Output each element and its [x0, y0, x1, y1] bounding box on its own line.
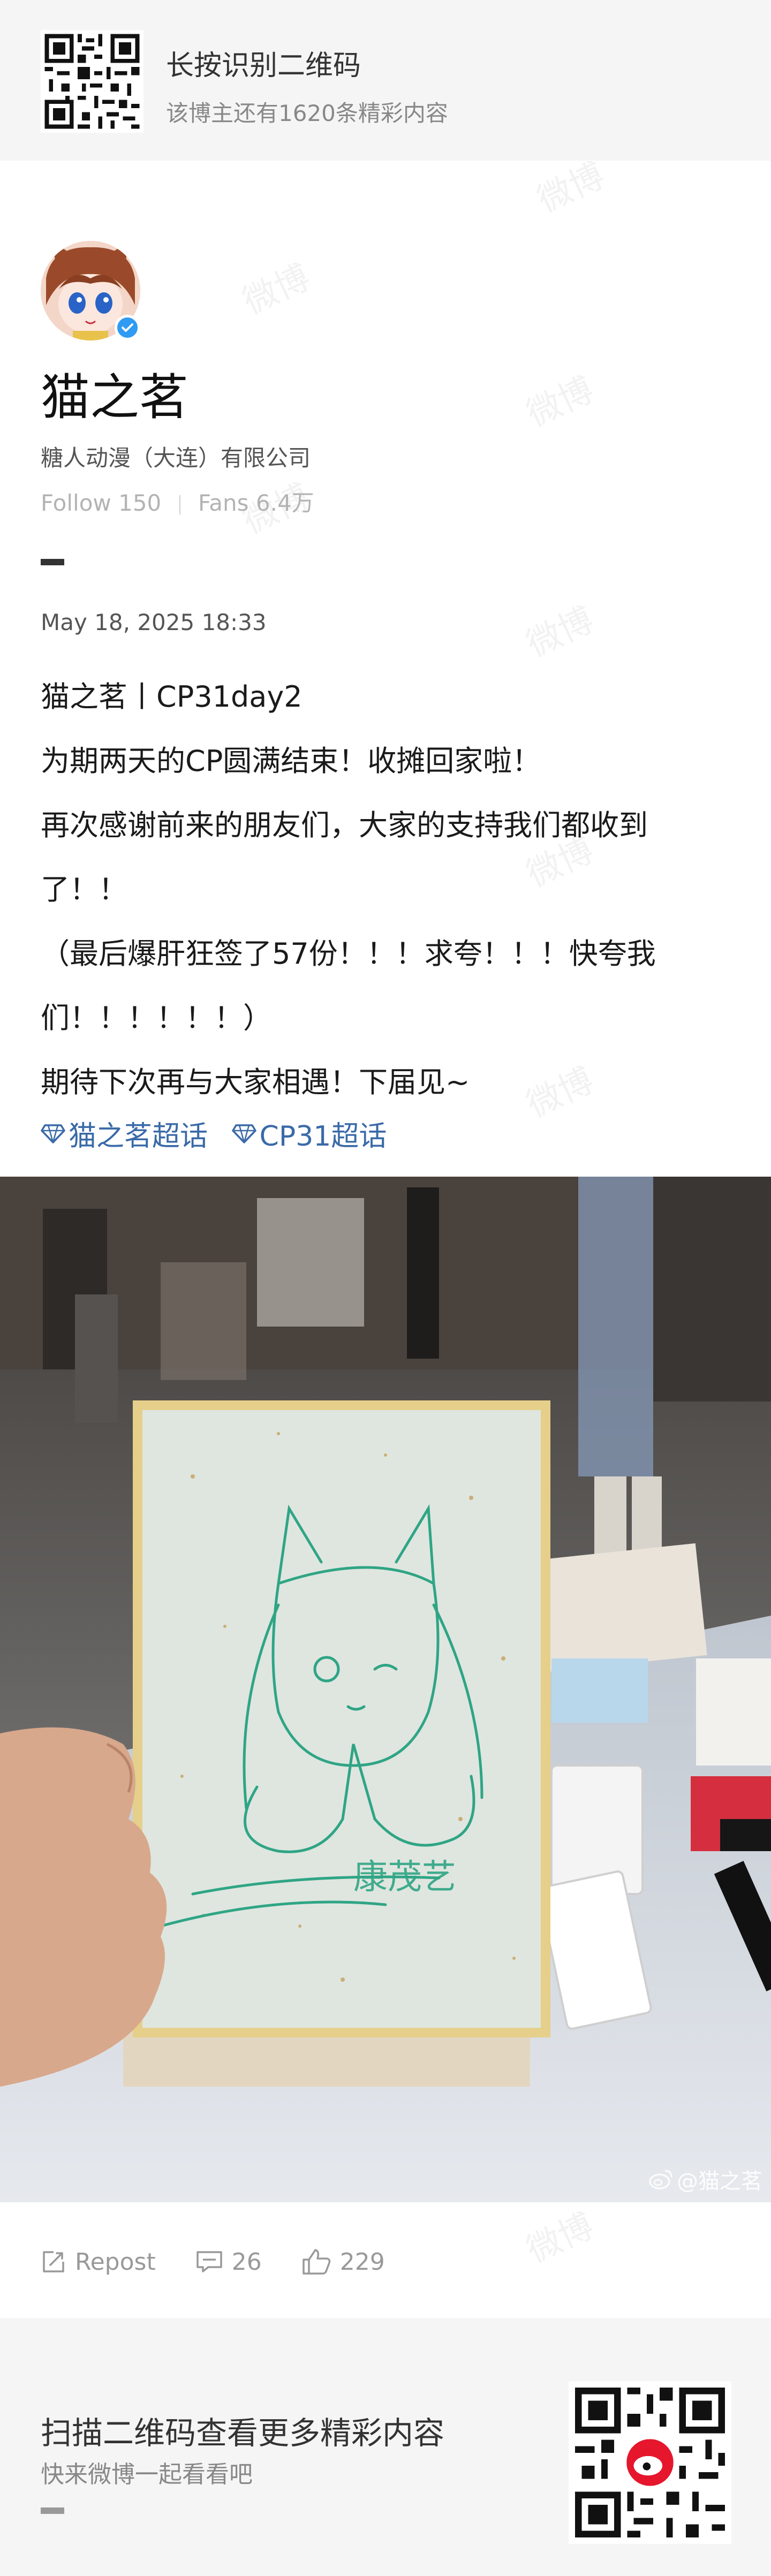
qr-code-large[interactable]	[569, 2381, 731, 2544]
action-bar: Repost 26 229	[41, 2243, 425, 2280]
comment-count: 26	[231, 2248, 262, 2276]
thumbs-up-icon	[302, 2249, 330, 2275]
watermark: 微博	[520, 369, 600, 435]
banner-subtitle: 该博主还有1620条精彩内容	[166, 100, 448, 126]
repost-icon	[43, 2251, 64, 2272]
post-line: （最后爆肝狂签了57份！！！求夸！！！快夸我	[41, 937, 656, 971]
fans-count: 6.4万	[255, 490, 314, 516]
like-button[interactable]: 229	[301, 2248, 385, 2276]
photo-watermark: @猫之茗	[649, 2164, 762, 2195]
repost-button[interactable]: Repost	[41, 2248, 156, 2276]
post-line: 再次感谢前来的朋友们，大家的支持我们都收到	[41, 808, 648, 842]
like-count: 229	[339, 2248, 385, 2276]
top-qr-banner: 长按识别二维码 该博主还有1620条精彩内容	[0, 0, 771, 161]
photo-illustration: 康茂艺	[0, 1177, 771, 2202]
qr-code-small[interactable]	[41, 30, 143, 133]
photo-sign-text: 康茂艺	[353, 1858, 456, 1897]
verified-badge-icon	[115, 315, 140, 340]
repost-label: Repost	[75, 2248, 156, 2276]
topic-link[interactable]: CP31超话	[231, 1113, 387, 1154]
post-line: 猫之茗丨CP31day2	[41, 680, 303, 714]
section-divider	[41, 559, 64, 565]
banner-title: 长按识别二维码	[166, 50, 361, 82]
comment-button[interactable]: 26	[195, 2248, 262, 2276]
watermark: 微博	[520, 2206, 600, 2271]
follow-count: 150	[118, 490, 162, 516]
post-line: 了！！	[41, 873, 127, 906]
post-date: May 18, 2025 18:33	[41, 609, 267, 635]
topic-link[interactable]: 猫之茗超话	[41, 1113, 208, 1154]
comment-icon	[196, 2251, 222, 2272]
footer-divider	[41, 2507, 64, 2514]
topic-links: 猫之茗超话 CP31超话	[41, 1113, 402, 1154]
post-line: 为期两天的CP圆满结束！收摊回家啦！	[41, 744, 541, 778]
profile-company: 糖人动漫（大连）有限公司	[41, 445, 311, 471]
post-content: 猫之茗丨CP31day2 为期两天的CP圆满结束！收摊回家啦！ 再次感谢前来的朋…	[41, 665, 737, 1115]
weibo-share-card: 长按识别二维码 该博主还有1620条精彩内容 微博 微博 微博 微博 微博 微博…	[0, 0, 771, 2576]
watermark: 微博	[237, 257, 316, 323]
fans-label: Fans	[198, 490, 249, 516]
post-line: 们！！！！！！）	[41, 1001, 272, 1035]
post-photo[interactable]: 康茂艺 @猫之茗	[0, 1177, 771, 2202]
topic-label: CP31超话	[259, 1120, 387, 1153]
watermark: 微博	[520, 600, 600, 665]
footer-title: 扫描二维码查看更多精彩内容	[41, 2415, 445, 2451]
footer-subtitle: 快来微博一起看看吧	[41, 2461, 253, 2488]
profile-name: 猫之茗	[41, 369, 189, 426]
profile-stats: Follow 150 Fans 6.4万	[41, 485, 314, 518]
post-line: 期待下次再与大家相遇！下届见~	[41, 1065, 470, 1099]
topic-label: 猫之茗超话	[69, 1120, 208, 1153]
diamond-icon	[41, 1124, 65, 1143]
diamond-icon	[231, 1124, 256, 1143]
follow-label: Follow	[41, 490, 111, 516]
photo-watermark-label: @猫之茗	[677, 2169, 762, 2194]
stats-divider	[179, 495, 180, 514]
weibo-logo-icon	[649, 2170, 672, 2189]
